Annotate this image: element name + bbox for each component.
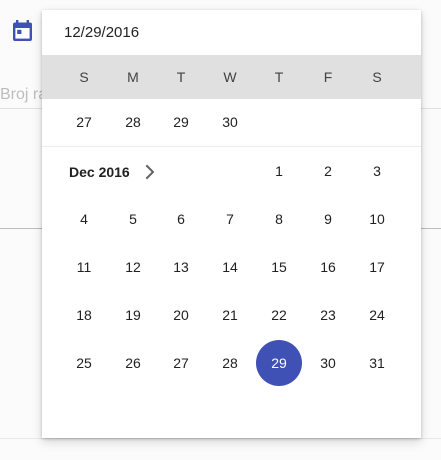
prev-month-day[interactable]: 29 [159,100,203,144]
day-cell[interactable]: 2 [306,149,350,193]
day-cell[interactable]: 1 [257,149,301,193]
day-cell[interactable]: 12 [111,245,155,289]
day-cell[interactable]: 15 [257,245,301,289]
day-cell[interactable]: 8 [257,197,301,241]
day-cell[interactable]: 30 [306,341,350,385]
day-cell[interactable]: 18 [62,293,106,337]
weekday-label: T [274,69,284,85]
background-field-hint: Broj ra [0,86,48,103]
page-background: Broj ra 12/29/2016 S M T W T F S 27 28 2… [0,0,441,460]
weekday-label: S [79,69,89,85]
month-label: Dec 2016 [69,164,130,180]
day-cell[interactable]: 23 [306,293,350,337]
day-cell[interactable]: 5 [111,197,155,241]
day-cell[interactable]: 24 [355,293,399,337]
day-cell[interactable]: 17 [355,245,399,289]
date-picker-dialog: 12/29/2016 S M T W T F S 27 28 29 30 Dec… [42,10,421,438]
day-cell[interactable]: 14 [208,245,252,289]
day-cell[interactable]: 11 [62,245,106,289]
day-cell[interactable]: 16 [306,245,350,289]
day-cell[interactable]: 10 [355,197,399,241]
month-separator [42,146,421,147]
prev-month-day[interactable]: 28 [111,100,155,144]
day-cell[interactable]: 27 [159,341,203,385]
background-divider [0,438,441,439]
weekday-label: W [223,69,237,85]
day-cell[interactable]: 4 [62,197,106,241]
day-cell[interactable]: 7 [208,197,252,241]
weekday-label: S [372,69,382,85]
prev-month-day[interactable]: 30 [208,100,252,144]
chevron-right-icon[interactable] [143,164,157,180]
day-cell[interactable]: 25 [62,341,106,385]
day-cell[interactable]: 21 [208,293,252,337]
weekday-label: F [323,69,333,85]
selected-day-cell[interactable]: 29 [256,340,302,386]
day-cell[interactable]: 20 [159,293,203,337]
calendar-icon[interactable] [12,20,33,42]
day-cell[interactable]: 19 [111,293,155,337]
day-cell[interactable]: 3 [355,149,399,193]
prev-month-day[interactable]: 27 [62,100,106,144]
day-cell[interactable]: 22 [257,293,301,337]
day-cell[interactable]: 13 [159,245,203,289]
date-input[interactable]: 12/29/2016 [42,10,421,55]
weekday-label: T [176,69,186,85]
weekday-header: S M T W T F S [42,55,421,99]
day-cell[interactable]: 9 [306,197,350,241]
day-cell[interactable]: 6 [159,197,203,241]
weekday-label: M [127,69,139,85]
day-cell[interactable]: 26 [111,341,155,385]
day-cell[interactable]: 28 [208,341,252,385]
day-cell[interactable]: 31 [355,341,399,385]
